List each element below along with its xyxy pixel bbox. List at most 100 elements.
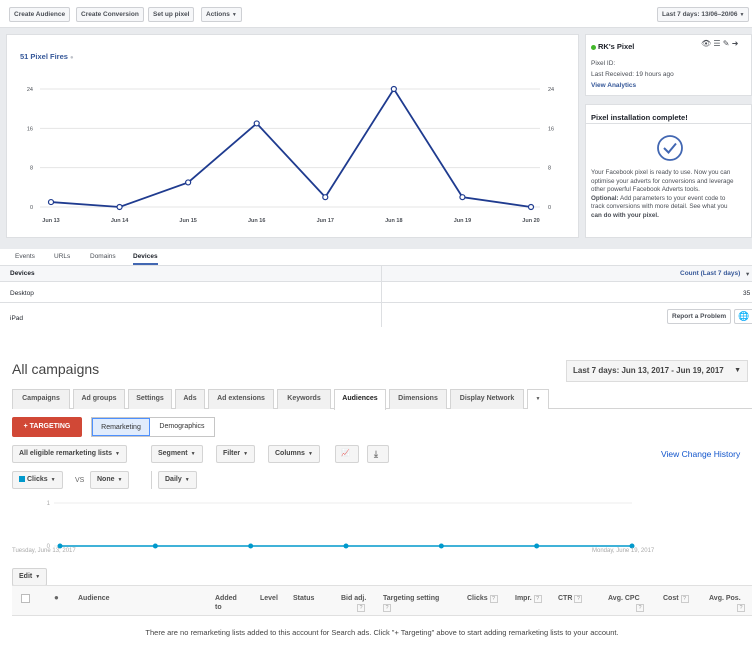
help-icon[interactable]: ? bbox=[357, 604, 365, 612]
audiences-table: ● Audience Added to Level Status Bid adj… bbox=[12, 585, 752, 651]
google-ads-section: All campaigns Last 7 days: Jun 13, 2017 … bbox=[0, 353, 752, 651]
col-cost[interactable]: Cost ? bbox=[663, 594, 689, 603]
data-point bbox=[459, 194, 466, 201]
toolbar-divider bbox=[151, 471, 152, 489]
install-body: Your Facebook pixel is ready to use. Now… bbox=[591, 169, 733, 220]
status-dot-icon bbox=[591, 44, 596, 50]
col-clicks-label: Clicks bbox=[467, 595, 488, 602]
row-divider bbox=[0, 302, 752, 303]
tab-settings[interactable]: Settings bbox=[128, 389, 172, 409]
series-line bbox=[50, 87, 532, 208]
segment-dropdown[interactable]: Segment ▼ bbox=[151, 445, 203, 463]
demographics-toggle[interactable]: Demographics bbox=[150, 418, 214, 436]
chevron-down-icon: ▼ bbox=[734, 367, 741, 374]
targeting-button[interactable]: + TARGETING bbox=[12, 417, 82, 437]
filter-label: Filter bbox=[223, 450, 241, 457]
tab-devices[interactable]: Devices bbox=[133, 253, 158, 265]
tab-ad-extensions[interactable]: Ad extensions bbox=[208, 389, 274, 409]
x-tick-label: Jun 17 bbox=[317, 218, 334, 224]
tab-ad-groups[interactable]: Ad groups bbox=[73, 389, 125, 409]
help-icon[interactable]: ? bbox=[680, 595, 689, 603]
col-count-header[interactable]: Count (Last 7 days) bbox=[680, 270, 740, 277]
remarketing-toggle[interactable]: Remarketing bbox=[92, 418, 150, 436]
x-tick-label: Jun 16 bbox=[248, 218, 265, 224]
chart-toggle-icon[interactable]: 📈 bbox=[335, 445, 359, 463]
eye-icon[interactable]: 👁 bbox=[701, 39, 711, 48]
tab-dimensions[interactable]: Dimensions bbox=[389, 389, 447, 409]
data-point bbox=[185, 179, 192, 186]
edit-dropdown[interactable]: Edit ▼ bbox=[12, 568, 48, 586]
select-all-checkbox[interactable] bbox=[21, 594, 30, 603]
tab-ads[interactable]: Ads bbox=[175, 389, 205, 409]
data-point bbox=[343, 543, 349, 549]
tab-display-network[interactable]: Display Network bbox=[450, 389, 524, 409]
date-range-picker[interactable]: Last 7 days: Jun 13, 2017 - Jun 19, 2017… bbox=[566, 360, 748, 382]
x-tick-label: Jun 20 bbox=[522, 218, 539, 224]
chevron-down-icon: ▼ bbox=[184, 477, 190, 483]
help-icon[interactable]: ? bbox=[636, 604, 644, 612]
globe-icon[interactable]: 🌐 bbox=[734, 309, 752, 324]
y-tick-label-right: 8 bbox=[548, 166, 551, 172]
columns-dropdown[interactable]: Columns ▼ bbox=[268, 445, 320, 463]
x-tick-label: Jun 19 bbox=[454, 218, 471, 224]
col-avg-pos[interactable]: Avg. Pos.? bbox=[709, 594, 745, 612]
col-avg-cpc[interactable]: Avg. CPC? bbox=[608, 594, 644, 612]
chevron-down-icon: ▼ bbox=[535, 396, 541, 402]
period-dropdown[interactable]: Daily ▼ bbox=[158, 471, 197, 489]
tab-urls[interactable]: URLs bbox=[54, 253, 70, 260]
view-change-history-link[interactable]: View Change History bbox=[661, 449, 740, 459]
col-audience[interactable]: Audience bbox=[78, 594, 110, 603]
data-point bbox=[322, 194, 329, 201]
col-avg-cpc-label: Avg. CPC bbox=[608, 595, 640, 602]
x-tick-label: Jun 14 bbox=[111, 218, 129, 224]
edit-icon[interactable]: ✎ bbox=[723, 39, 730, 48]
help-icon[interactable]: ? bbox=[383, 604, 391, 612]
share-icon[interactable]: ➜ bbox=[732, 39, 739, 48]
tab-audiences[interactable]: Audiences bbox=[334, 389, 386, 410]
divider bbox=[586, 123, 752, 124]
col-impr[interactable]: Impr. ? bbox=[515, 594, 542, 603]
report-problem-button[interactable]: Report a Problem bbox=[667, 309, 732, 324]
help-icon[interactable]: ? bbox=[574, 595, 583, 603]
data-point bbox=[253, 120, 260, 127]
remarketing-lists-dropdown[interactable]: All eligible remarketing lists ▼ bbox=[12, 445, 127, 463]
sort-icon[interactable]: ▾ bbox=[746, 270, 749, 278]
help-icon[interactable]: ? bbox=[533, 595, 542, 603]
data-point bbox=[438, 543, 444, 549]
x-tick-label: Jun 13 bbox=[42, 218, 59, 224]
list-icon[interactable]: ☰ bbox=[713, 39, 720, 48]
col-clicks[interactable]: Clicks ? bbox=[467, 594, 498, 603]
tab-keywords[interactable]: Keywords bbox=[277, 389, 331, 409]
col-targeting-setting[interactable]: Targeting setting? bbox=[383, 594, 439, 612]
help-icon[interactable]: ? bbox=[737, 604, 745, 612]
chevron-down-icon: ▼ bbox=[35, 574, 41, 580]
col-added-to[interactable]: Added to bbox=[215, 594, 245, 612]
audience-type-toggle: Remarketing Demographics bbox=[91, 417, 215, 437]
metric2-dropdown[interactable]: None ▼ bbox=[90, 471, 130, 489]
tab-domains[interactable]: Domains bbox=[90, 253, 116, 260]
install-body-line: optimise your adverts for conversions an… bbox=[591, 177, 734, 185]
more-tabs-dropdown[interactable]: ▼ bbox=[527, 389, 549, 409]
download-icon[interactable]: ⤓ bbox=[367, 445, 389, 463]
tab-events[interactable]: Events bbox=[15, 253, 35, 260]
col-level[interactable]: Level bbox=[260, 594, 278, 603]
y-tick-label-right: 16 bbox=[548, 126, 554, 132]
column-divider bbox=[381, 266, 382, 327]
columns-label: Columns bbox=[275, 450, 305, 457]
metric1-label: Clicks bbox=[27, 476, 48, 483]
lists-label: All eligible remarketing lists bbox=[19, 450, 112, 457]
filter-dropdown[interactable]: Filter ▼ bbox=[216, 445, 256, 463]
view-analytics-link[interactable]: View Analytics bbox=[591, 82, 636, 89]
x-tick-label: Jun 18 bbox=[385, 218, 402, 224]
col-ctr[interactable]: CTR ? bbox=[558, 594, 583, 603]
check-circle-icon bbox=[657, 135, 683, 161]
col-bid-adj[interactable]: Bid adj.? bbox=[341, 594, 366, 612]
col-ctr-label: CTR bbox=[558, 595, 573, 602]
col-devices-header[interactable]: Devices bbox=[10, 270, 35, 277]
help-icon[interactable]: ? bbox=[489, 595, 498, 603]
optional-body-line[interactable]: can do with your pixel. bbox=[591, 212, 733, 221]
tab-campaigns[interactable]: Campaigns bbox=[12, 389, 70, 409]
metric1-dropdown[interactable]: Clicks ▼ bbox=[12, 471, 63, 489]
col-status[interactable]: Status bbox=[293, 594, 314, 603]
col-avg-pos-label: Avg. Pos. bbox=[709, 595, 741, 602]
